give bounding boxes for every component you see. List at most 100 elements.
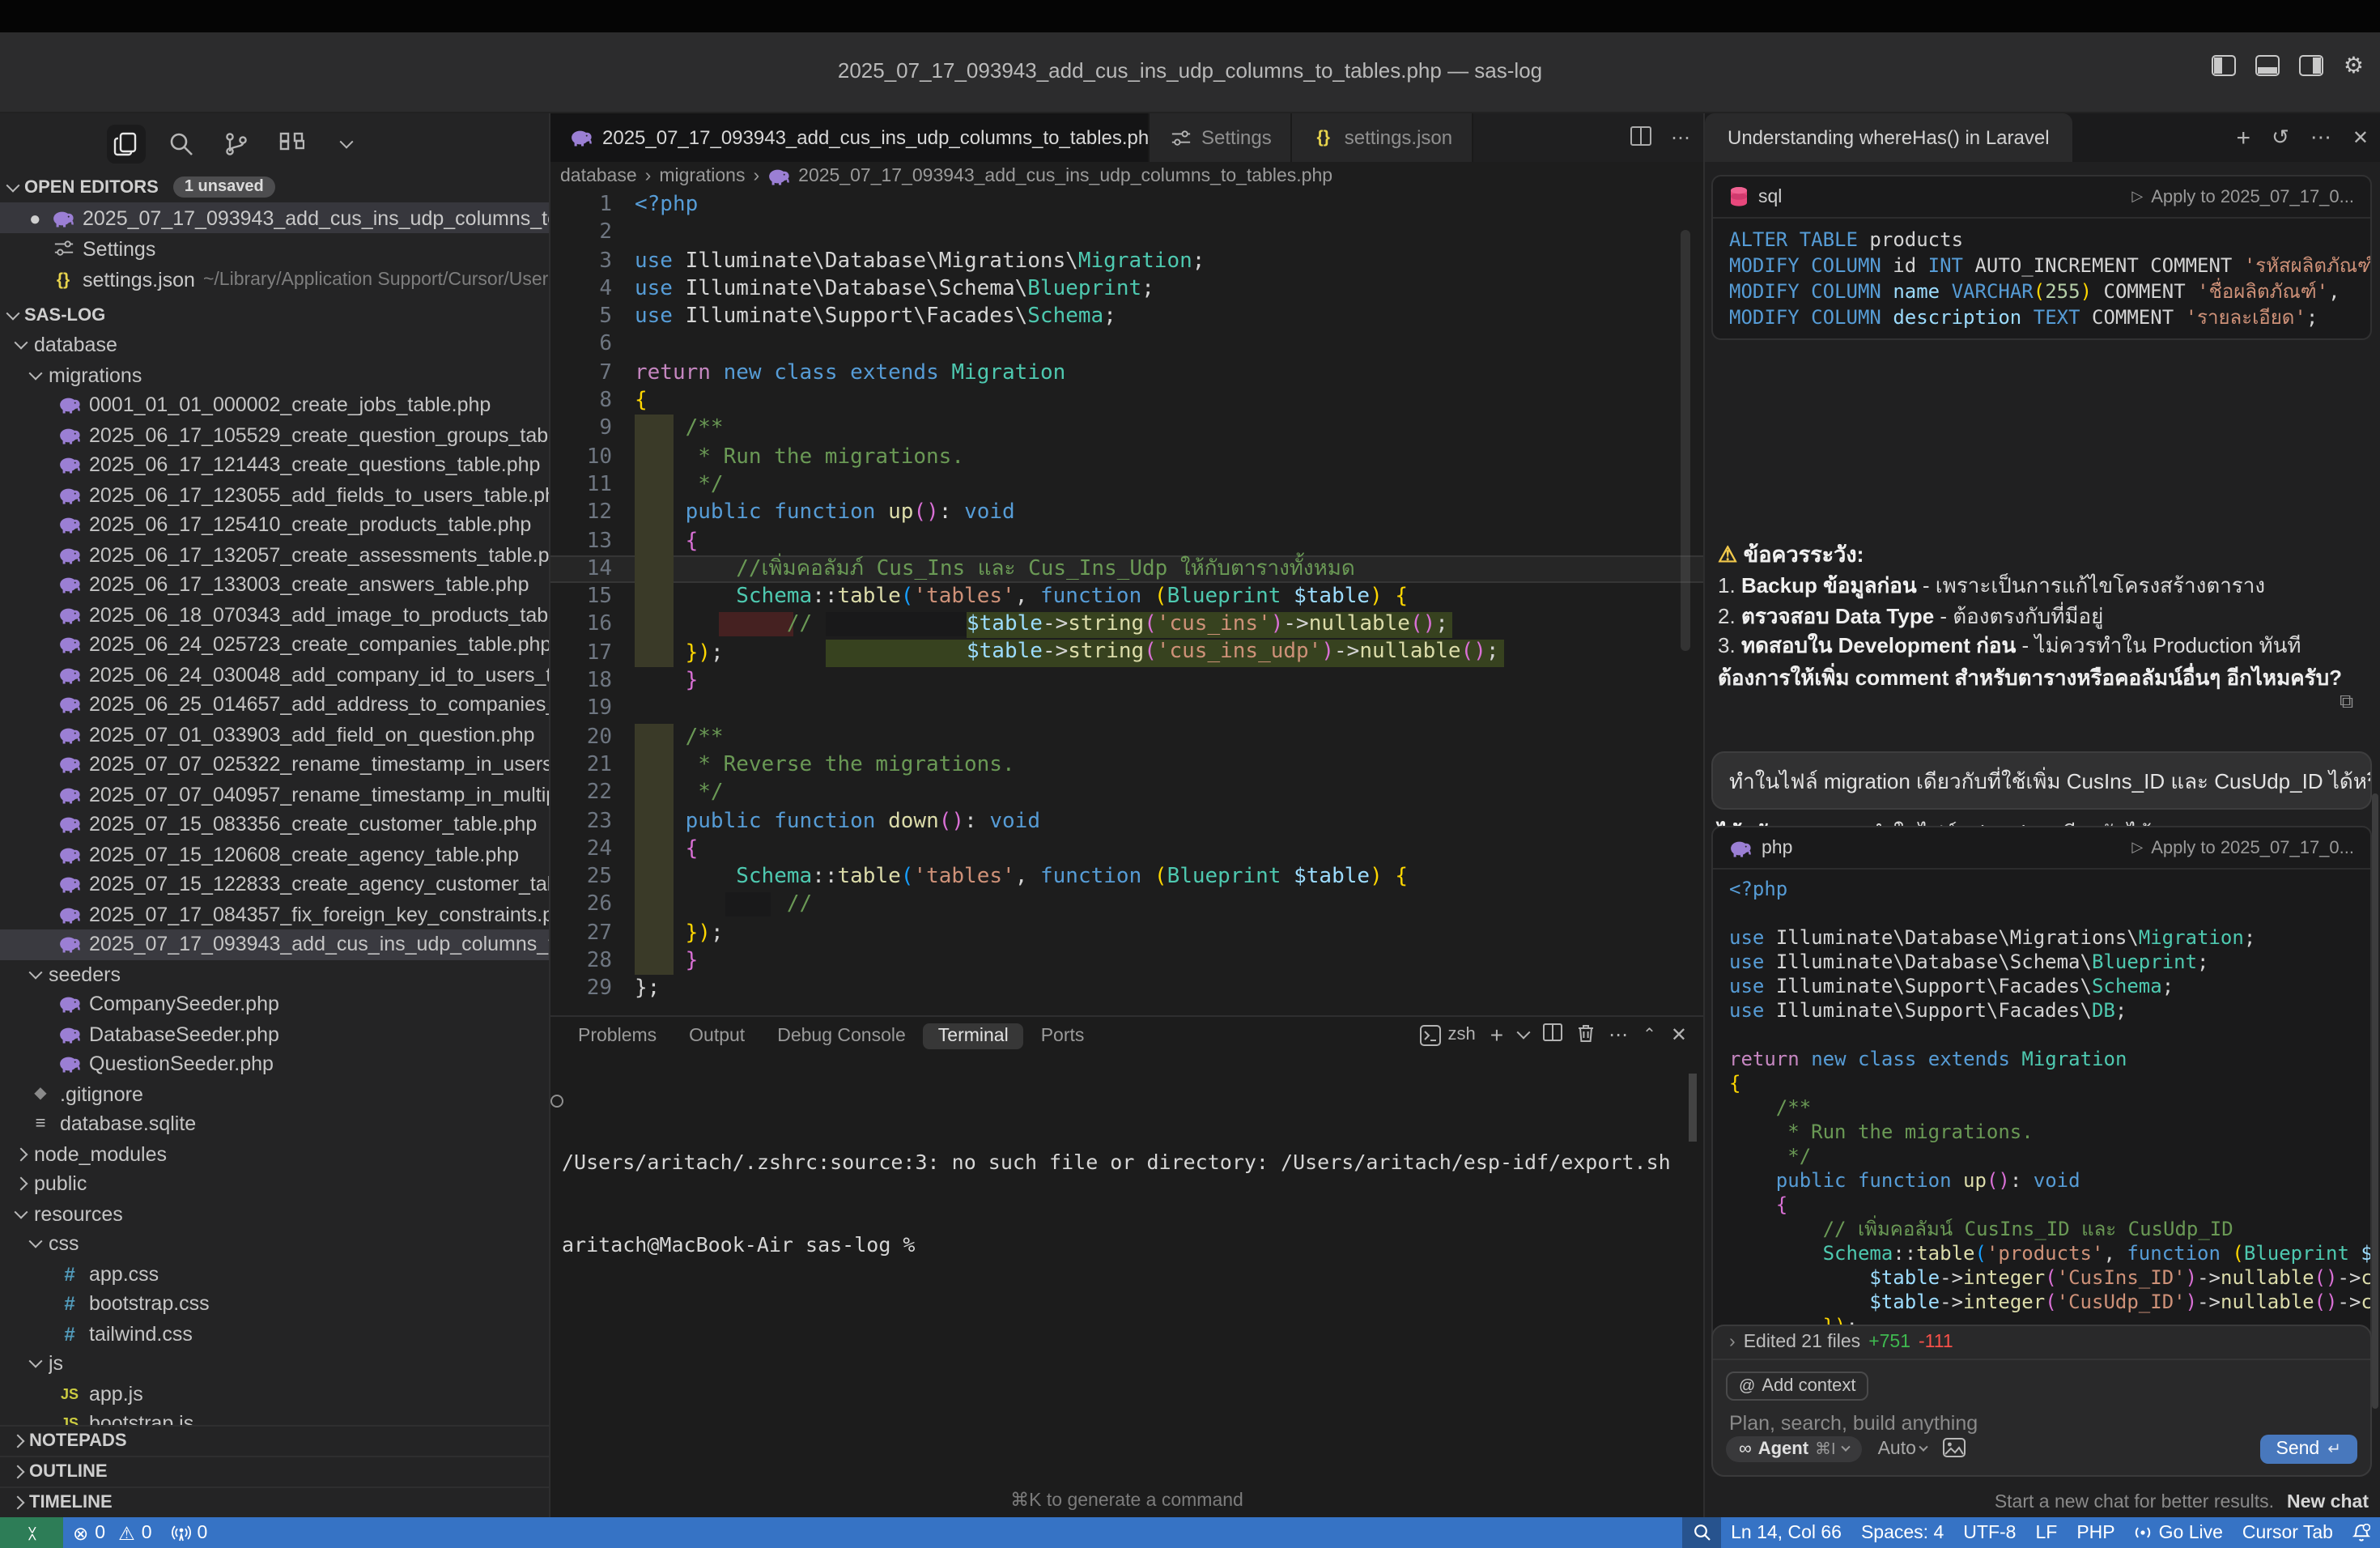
- editor-tab[interactable]: {}settings.json: [1293, 113, 1473, 162]
- tree-item[interactable]: JSapp.js: [0, 1379, 550, 1409]
- tree-item[interactable]: 2025_06_25_014657_add_address_to_compani…: [0, 690, 550, 720]
- open-editor-item[interactable]: {}settings.json~/Library/Application Sup…: [0, 264, 550, 295]
- model-selector[interactable]: Auto: [1878, 1440, 1927, 1459]
- open-editor-item[interactable]: ●2025_07_17_093943_add_cus_ins_udp_colum…: [0, 202, 550, 233]
- panel-tab-debug-console[interactable]: Debug Console: [763, 1023, 920, 1049]
- tree-item[interactable]: 2025_07_17_093943_add_cus_ins_udp_column…: [0, 929, 550, 959]
- tree-item[interactable]: ◆.gitignore: [0, 1079, 550, 1109]
- tree-item[interactable]: ≡database.sqlite: [0, 1109, 550, 1139]
- chat-scrollbar[interactable]: [2372, 793, 2378, 1409]
- editor-tab[interactable]: 2025_07_17_093943_add_cus_ins_udp_column…: [550, 113, 1150, 162]
- tree-folder[interactable]: migrations: [0, 360, 550, 390]
- new-chat-icon[interactable]: +: [2237, 124, 2251, 151]
- close-panel-icon[interactable]: ✕: [1671, 1023, 1687, 1046]
- add-context-button[interactable]: @ Add context: [1726, 1372, 1869, 1401]
- editor-scrollbar[interactable]: [1681, 230, 1690, 651]
- tree-item[interactable]: 2025_07_17_084357_fix_foreign_key_constr…: [0, 899, 550, 929]
- tree-item[interactable]: #tailwind.css: [0, 1319, 550, 1349]
- sidebar-section-timeline[interactable]: TIMELINE: [0, 1486, 550, 1517]
- terminal-output[interactable]: /Users/aritach/.zshrc:source:3: no such …: [562, 1065, 1671, 1313]
- tree-item[interactable]: #bootstrap.css: [0, 1289, 550, 1319]
- language-mode-status[interactable]: PHP: [2067, 1523, 2124, 1542]
- tree-item[interactable]: 2025_07_01_033903_add_field_on_question.…: [0, 720, 550, 750]
- close-chat-icon[interactable]: ✕: [2352, 126, 2369, 149]
- tree-item[interactable]: 2025_06_24_030048_add_company_id_to_user…: [0, 660, 550, 690]
- edited-files-row[interactable]: › Edited 21 files +751 -111: [1713, 1326, 2370, 1360]
- tree-item[interactable]: DatabaseSeeder.php: [0, 1019, 550, 1049]
- chat-input[interactable]: Plan, search, build anything: [1729, 1412, 2370, 1435]
- tree-item[interactable]: 2025_06_17_132057_create_assessments_tab…: [0, 540, 550, 570]
- tree-item[interactable]: 2025_06_17_125410_create_products_table.…: [0, 510, 550, 540]
- files-copy-icon[interactable]: [107, 125, 146, 164]
- indentation-status[interactable]: Spaces: 4: [1851, 1523, 1953, 1542]
- tree-item[interactable]: 2025_06_17_123055_add_fields_to_users_ta…: [0, 480, 550, 510]
- tree-item[interactable]: 2025_06_17_121443_create_questions_table…: [0, 450, 550, 480]
- tree-item[interactable]: 2025_07_15_120608_create_agency_table.ph…: [0, 840, 550, 870]
- chat-history-icon[interactable]: ↺: [2272, 125, 2289, 151]
- new-chat-link[interactable]: New chat: [2287, 1493, 2369, 1512]
- apply-button[interactable]: ▷Apply to 2025_07_17_0...: [2131, 838, 2354, 857]
- eol-status[interactable]: LF: [2025, 1523, 2067, 1542]
- tree-item[interactable]: 2025_07_15_083356_create_customer_table.…: [0, 810, 550, 840]
- tree-item[interactable]: 2025_06_24_025723_create_companies_table…: [0, 630, 550, 660]
- project-section-header[interactable]: SAS-LOG: [0, 300, 550, 330]
- editor-tab[interactable]: Settings: [1150, 113, 1293, 162]
- code-editor[interactable]: 1<?php23use Illuminate\Database\Migratio…: [550, 191, 1703, 1015]
- sidebar-section-outline[interactable]: OUTLINE: [0, 1456, 550, 1486]
- chat-messages[interactable]: sql ▷Apply to 2025_07_17_0... ALTER TABL…: [1705, 162, 2380, 1438]
- new-terminal-icon[interactable]: +: [1490, 1022, 1503, 1048]
- notifications-bell-icon[interactable]: [2343, 1523, 2380, 1542]
- tree-folder[interactable]: database: [0, 330, 550, 360]
- panel-tab-problems[interactable]: Problems: [563, 1023, 671, 1049]
- terminal-scrollbar[interactable]: [1689, 1074, 1697, 1142]
- split-terminal-icon[interactable]: [1542, 1023, 1562, 1046]
- search-status-icon[interactable]: [1682, 1517, 1721, 1548]
- tree-item[interactable]: 2025_06_17_105529_create_question_groups…: [0, 420, 550, 450]
- split-editor-icon[interactable]: [1630, 125, 1651, 150]
- breadcrumb-file[interactable]: 2025_07_17_093943_add_cus_ins_udp_column…: [798, 167, 1332, 186]
- ai-suggestion[interactable]: $table->string('cus_ins_udp')->nullable(…: [826, 640, 1504, 667]
- tree-item[interactable]: 0001_01_01_000002_create_jobs_table.php: [0, 390, 550, 420]
- cursor-position-status[interactable]: Ln 14, Col 66: [1721, 1523, 1851, 1542]
- ports-status[interactable]: 0: [162, 1523, 218, 1542]
- apply-button[interactable]: ▷Apply to 2025_07_17_0...: [2131, 187, 2354, 206]
- tree-folder[interactable]: css: [0, 1229, 550, 1259]
- go-live-button[interactable]: Go Live: [2125, 1523, 2233, 1542]
- chat-more-icon[interactable]: ⋯: [2310, 125, 2331, 151]
- tree-item[interactable]: 2025_06_17_133003_create_answers_table.p…: [0, 570, 550, 600]
- send-button[interactable]: Send↵: [2260, 1435, 2358, 1464]
- toggle-right-sidebar-icon[interactable]: [2300, 55, 2324, 76]
- tree-folder[interactable]: seeders: [0, 959, 550, 989]
- tree-item[interactable]: 2025_07_07_040957_rename_timestamp_in_mu…: [0, 780, 550, 810]
- kill-terminal-icon[interactable]: [1576, 1023, 1594, 1047]
- tree-item[interactable]: CompanySeeder.php: [0, 989, 550, 1019]
- tree-item[interactable]: QuestionSeeder.php: [0, 1049, 550, 1079]
- tree-item[interactable]: 2025_07_07_025322_rename_timestamp_in_us…: [0, 750, 550, 780]
- terminal-dropdown-icon[interactable]: [1516, 1026, 1530, 1040]
- tree-item[interactable]: #app.css: [0, 1259, 550, 1289]
- open-editor-item[interactable]: Settings: [0, 233, 550, 264]
- tree-folder[interactable]: node_modules: [0, 1139, 550, 1169]
- panel-tab-ports[interactable]: Ports: [1026, 1023, 1099, 1049]
- copy-message-icon[interactable]: ⧉: [2340, 690, 2353, 714]
- open-editors-header[interactable]: OPEN EDITORS 1 unsaved: [0, 172, 550, 202]
- attach-image-icon[interactable]: [1944, 1437, 1966, 1461]
- tree-item[interactable]: 2025_07_15_122833_create_agency_customer…: [0, 870, 550, 899]
- problems-status[interactable]: ⊗0 ⚠0: [63, 1521, 162, 1544]
- tree-folder[interactable]: public: [0, 1169, 550, 1199]
- panel-more-icon[interactable]: ⋯: [1609, 1023, 1628, 1046]
- panel-tab-terminal[interactable]: Terminal: [924, 1023, 1023, 1049]
- search-icon[interactable]: [162, 125, 201, 164]
- tree-item[interactable]: 2025_06_18_070343_add_image_to_products_…: [0, 600, 550, 630]
- encoding-status[interactable]: UTF-8: [1953, 1523, 2025, 1542]
- cursor-tab-status[interactable]: Cursor Tab: [2233, 1523, 2343, 1542]
- breadcrumb-item[interactable]: database: [560, 167, 637, 186]
- sidebar-section-notepads[interactable]: NOTEPADS: [0, 1425, 550, 1456]
- settings-gear-icon[interactable]: ⚙: [2344, 55, 2364, 76]
- source-control-icon[interactable]: [217, 125, 256, 164]
- chevron-down-icon[interactable]: [327, 125, 366, 164]
- remote-indicator[interactable]: ⪥: [0, 1517, 63, 1548]
- more-actions-icon[interactable]: ⋯: [1671, 126, 1690, 149]
- tree-folder[interactable]: resources: [0, 1199, 550, 1229]
- panel-tab-output[interactable]: Output: [674, 1023, 759, 1049]
